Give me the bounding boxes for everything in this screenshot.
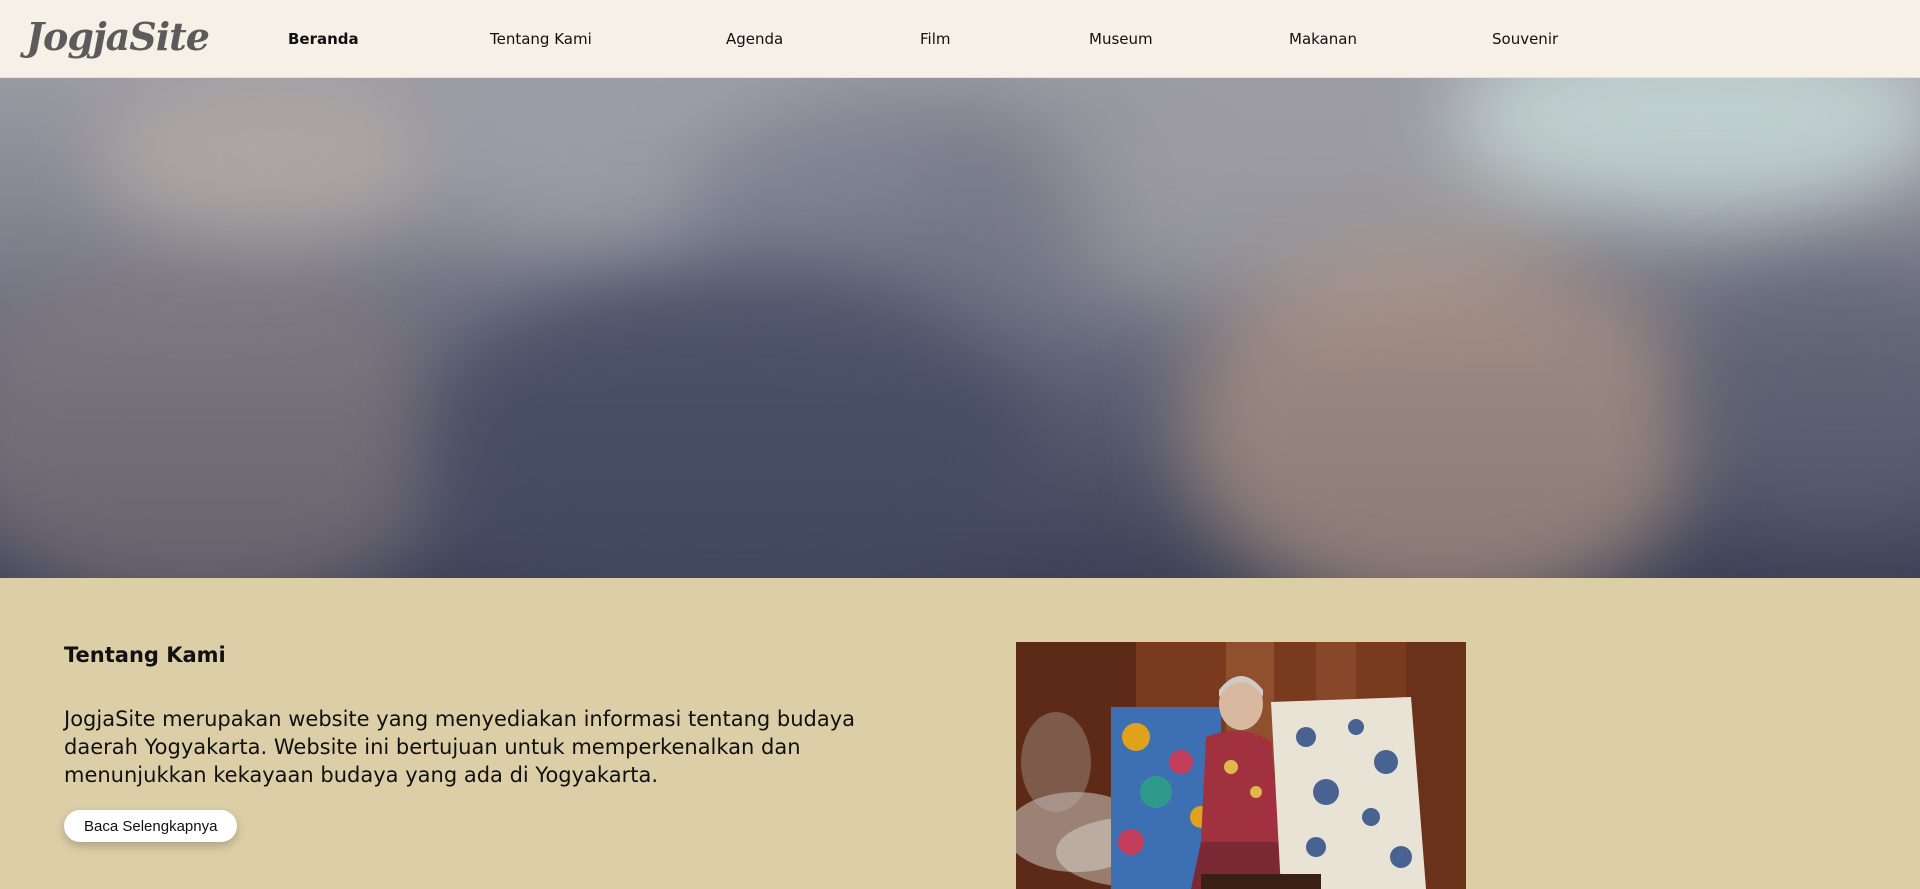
about-description: JogjaSite merupakan website yang menyedi…	[64, 707, 856, 787]
nav-makanan[interactable]: Makanan	[1289, 30, 1357, 48]
main-nav: Beranda Tentang Kami Agenda Film Museum …	[0, 0, 1920, 78]
nav-tentang-kami[interactable]: Tentang Kami	[490, 30, 592, 48]
nav-agenda[interactable]: Agenda	[726, 30, 783, 48]
hero-image	[0, 78, 1920, 578]
site-header: JogjaSite Beranda Tentang Kami Agenda Fi…	[0, 0, 1920, 78]
nav-beranda[interactable]: Beranda	[288, 30, 359, 48]
batik-artisan-photo	[1016, 642, 1466, 889]
nav-museum[interactable]: Museum	[1089, 30, 1153, 48]
read-more-button[interactable]: Baca Selengkapnya	[64, 810, 238, 842]
nav-souvenir[interactable]: Souvenir	[1492, 30, 1558, 48]
batik-artisan-illustration	[1016, 642, 1466, 889]
about-title: Tentang Kami	[64, 643, 226, 667]
nav-film[interactable]: Film	[920, 30, 950, 48]
